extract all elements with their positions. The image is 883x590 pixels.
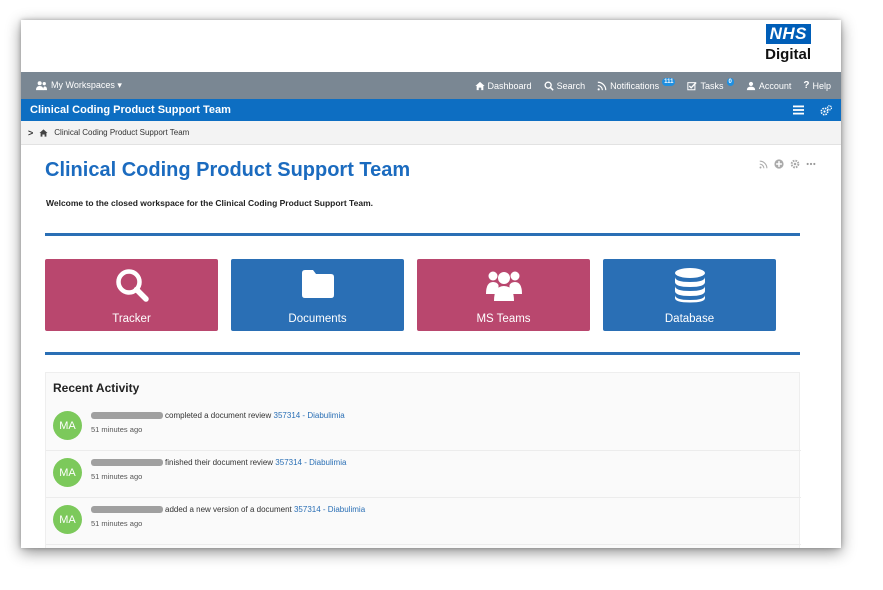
database-tile[interactable]: Database bbox=[603, 259, 776, 331]
top-nav: My Workspaces ▾ Dashboard Search Notific… bbox=[21, 72, 841, 99]
activity-text: completed a document review 357314 - Dia… bbox=[91, 411, 345, 420]
activity-text: finished their document review 357314 - … bbox=[91, 458, 346, 467]
users-icon bbox=[36, 81, 47, 91]
list-item: MA finished their document review 357314… bbox=[46, 451, 801, 498]
account-link[interactable]: Account bbox=[746, 80, 792, 91]
breadcrumb: > Clinical Coding Product Support Team bbox=[21, 121, 841, 145]
hamburger-menu-icon[interactable] bbox=[793, 105, 804, 115]
my-workspaces-menu[interactable]: My Workspaces ▾ bbox=[35, 80, 122, 91]
divider bbox=[45, 233, 800, 236]
quick-link-tiles: Tracker Documents MS Teams Database bbox=[45, 259, 780, 331]
search-icon bbox=[115, 269, 149, 302]
group-users-icon bbox=[485, 271, 522, 301]
workspace-title: Clinical Coding Product Support Team bbox=[30, 104, 231, 116]
help-label: Help bbox=[812, 80, 831, 91]
activity-time: 51 minutes ago bbox=[91, 472, 143, 481]
page-actions bbox=[759, 159, 816, 169]
welcome-text: Welcome to the closed workspace for the … bbox=[46, 198, 373, 208]
notifications-count-badge: 111 bbox=[662, 77, 676, 86]
activity-action: completed a document review bbox=[165, 411, 272, 420]
dashboard-label: Dashboard bbox=[487, 80, 532, 91]
documents-tile-label: Documents bbox=[288, 313, 347, 325]
nhs-logo-digital: Digital bbox=[765, 46, 811, 63]
avatar: MA bbox=[53, 458, 82, 487]
ms-teams-tile-label: MS Teams bbox=[476, 313, 531, 325]
user-icon bbox=[746, 81, 756, 90]
tasks-link[interactable]: Tasks 0 bbox=[687, 77, 734, 91]
home-icon bbox=[474, 81, 485, 90]
avatar: MA bbox=[53, 411, 82, 440]
divider bbox=[45, 352, 800, 355]
question-mark-icon: ? bbox=[803, 80, 810, 91]
breadcrumb-toggle-chevron[interactable]: > bbox=[28, 128, 33, 138]
redacted-user-name bbox=[91, 412, 163, 420]
database-icon bbox=[674, 268, 705, 303]
more-options-icon[interactable] bbox=[806, 162, 816, 166]
notifications-link[interactable]: Notifications 111 bbox=[597, 77, 676, 91]
brand-header: NHS Digital bbox=[21, 20, 841, 72]
activity-document-link[interactable]: 357314 - Diabulimia bbox=[275, 458, 346, 467]
nhs-logo-box: NHS bbox=[765, 24, 811, 44]
activity-document-link[interactable]: 357314 - Diabulimia bbox=[274, 411, 345, 420]
database-tile-label: Database bbox=[664, 313, 715, 325]
recent-activity-heading: Recent Activity bbox=[53, 381, 140, 395]
recent-activity-panel: Recent Activity MA completed a document … bbox=[45, 372, 801, 548]
gear-icon[interactable] bbox=[790, 159, 800, 169]
activity-time: 51 minutes ago bbox=[91, 519, 143, 528]
documents-tile[interactable]: Documents bbox=[231, 259, 404, 331]
workspace-title-bar: Clinical Coding Product Support Team bbox=[21, 99, 841, 121]
ms-teams-tile[interactable]: MS Teams bbox=[417, 259, 590, 331]
my-workspaces-label: My Workspaces ▾ bbox=[51, 80, 122, 90]
activity-text: added a new version of a document 357314… bbox=[91, 505, 365, 514]
page-title: Clinical Coding Product Support Team bbox=[45, 159, 411, 181]
notifications-label: Notifications bbox=[610, 80, 660, 91]
tasks-label: Tasks bbox=[700, 80, 724, 91]
list-item: MA completed a document review 357314 - … bbox=[46, 404, 801, 451]
search-link[interactable]: Search bbox=[544, 80, 586, 91]
home-icon[interactable] bbox=[39, 128, 48, 137]
redacted-user-name bbox=[91, 506, 163, 514]
dashboard-link[interactable]: Dashboard bbox=[474, 80, 532, 91]
rss-icon[interactable] bbox=[759, 160, 768, 169]
tasks-count-badge: 0 bbox=[726, 77, 734, 86]
checkbox-icon bbox=[687, 81, 698, 90]
tracker-tile[interactable]: Tracker bbox=[45, 259, 218, 331]
app-window: NHS Digital My Workspaces ▾ Dashboard Se… bbox=[21, 20, 841, 548]
breadcrumb-item[interactable]: Clinical Coding Product Support Team bbox=[54, 128, 189, 137]
nhs-digital-logo: NHS Digital bbox=[753, 24, 811, 64]
avatar: MA bbox=[53, 505, 82, 534]
activity-time: 51 minutes ago bbox=[91, 425, 143, 434]
search-label: Search bbox=[556, 80, 586, 91]
folder-icon bbox=[301, 270, 334, 298]
tracker-tile-label: Tracker bbox=[112, 313, 151, 325]
help-link[interactable]: ? Help bbox=[803, 80, 831, 91]
activity-action: added a new version of a document bbox=[165, 505, 292, 514]
redacted-user-name bbox=[91, 459, 163, 467]
activity-document-link[interactable]: 357314 - Diabulimia bbox=[294, 505, 365, 514]
account-label: Account bbox=[758, 80, 792, 91]
list-item: MA added a new version of a document 357… bbox=[46, 498, 801, 545]
rss-icon bbox=[597, 81, 607, 90]
add-circle-icon[interactable] bbox=[774, 159, 784, 169]
search-icon bbox=[544, 81, 554, 91]
activity-action: finished their document review bbox=[165, 458, 274, 467]
settings-gears-icon[interactable] bbox=[820, 104, 832, 116]
